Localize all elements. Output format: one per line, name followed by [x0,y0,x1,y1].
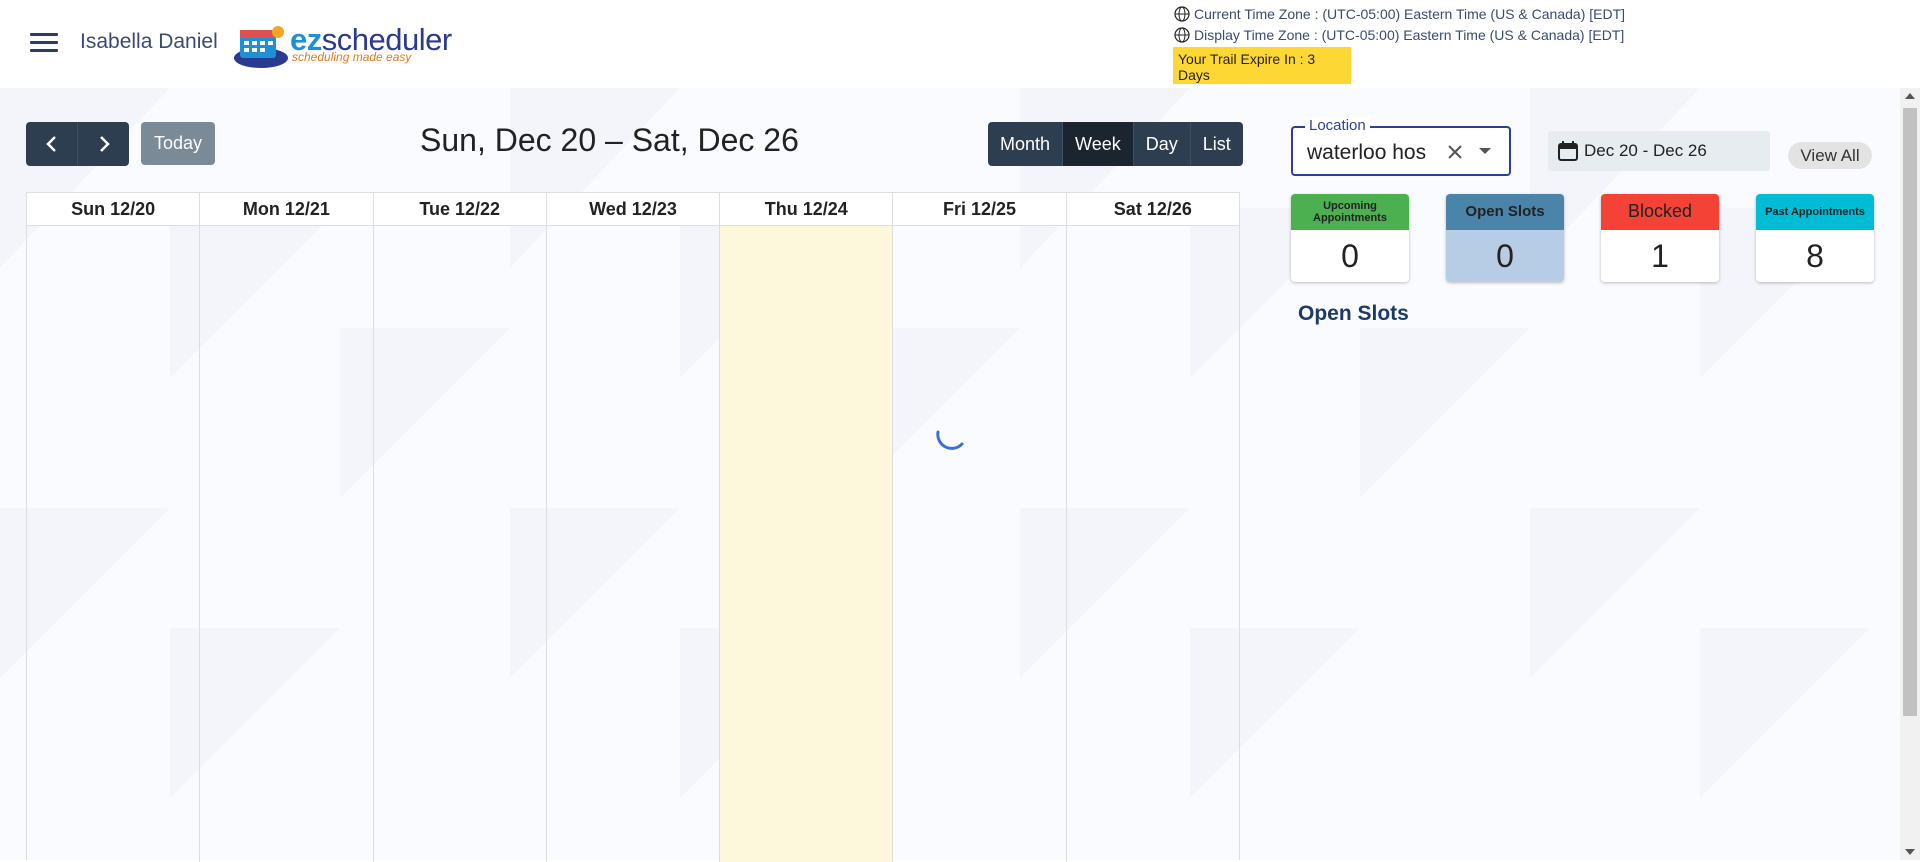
open-slots-card[interactable]: Open Slots 0 [1446,194,1564,282]
scroll-down-icon[interactable] [1905,849,1915,855]
day-column[interactable] [547,226,721,862]
user-name: Isabella Daniel [80,30,218,53]
past-appointments-label: Past Appointments [1756,194,1874,230]
day-header: Sat 12/26 [1113,199,1192,219]
past-appointments-count: 8 [1806,237,1824,274]
location-select[interactable]: Location [1291,117,1511,176]
view-switcher: Month Week Day List [988,122,1243,166]
logo-tagline: scheduling made easy [292,50,412,64]
globe-icon [1174,6,1190,22]
day-column[interactable] [1067,226,1239,862]
prev-next-group [26,122,129,166]
day-column[interactable] [27,226,201,862]
open-slots-label: Open Slots [1446,194,1564,230]
calendar-icon [1558,141,1578,161]
blocked-count: 1 [1651,237,1669,274]
scroll-up-icon[interactable] [1905,93,1915,99]
date-range-picker[interactable]: Dec 20 - Dec 26 [1548,131,1770,171]
day-header: Fri 12/25 [893,193,1067,225]
date-range-text: Dec 20 - Dec 26 [1584,141,1707,160]
menu-icon[interactable] [30,33,58,53]
next-week-button[interactable] [78,122,129,166]
scrollbar-thumb[interactable] [1903,108,1917,716]
day-header: Sun 12/20 [27,193,201,225]
loading-spinner-icon [936,430,964,450]
day-column[interactable] [374,226,547,862]
date-range-title: Sun, Dec 20 – Sat, Dec 26 [420,122,799,158]
upcoming-appointments-card[interactable]: Upcoming Appointments 0 [1291,194,1409,282]
day-header: Mon 12/21 [200,193,374,225]
list-view-button[interactable]: List [1190,122,1243,166]
page-scrollbar[interactable] [1900,88,1920,860]
clear-icon[interactable] [1445,142,1465,162]
day-header: Thu 12/24 [720,193,894,225]
dropdown-arrow-icon[interactable] [1479,148,1491,154]
globe-icon [1174,27,1190,43]
chevron-left-icon [45,136,56,152]
blocked-card[interactable]: Blocked 1 [1601,194,1719,282]
open-slots-section-title: Open Slots [1298,302,1409,325]
calendar-logo-icon [234,26,288,68]
trial-expiry-notice: Your Trail Expire In : 3 Days [1173,47,1351,84]
chevron-right-icon [99,136,110,152]
day-header: Wed 12/23 [547,193,721,225]
upcoming-appointments-label: Upcoming Appointments [1291,194,1409,230]
location-input[interactable] [1305,140,1429,166]
day-header: Tue 12/22 [374,193,547,225]
current-timezone: Current Time Zone : (UTC-05:00) Eastern … [1174,6,1625,22]
week-view-button[interactable]: Week [1063,122,1134,166]
prev-week-button[interactable] [26,122,78,166]
calendar-header-row: Sun 12/20 Mon 12/21 Tue 12/22 Wed 12/23 … [27,193,1239,226]
day-column[interactable] [200,226,374,862]
display-timezone-text: Display Time Zone : (UTC-05:00) Eastern … [1194,27,1625,43]
today-button[interactable]: Today [141,122,215,165]
upcoming-appointments-count: 0 [1341,237,1359,274]
week-calendar: Sun 12/20 Mon 12/21 Tue 12/22 Wed 12/23 … [26,192,1240,862]
view-all-button[interactable]: View All [1788,142,1872,169]
location-label: Location [1305,117,1370,134]
past-appointments-card[interactable]: Past Appointments 8 [1756,194,1874,282]
ezscheduler-logo[interactable]: ezscheduler scheduling made easy [232,18,452,70]
day-column[interactable] [893,226,1067,862]
blocked-label: Blocked [1601,194,1719,230]
current-timezone-text: Current Time Zone : (UTC-05:00) Eastern … [1194,6,1626,22]
month-view-button[interactable]: Month [988,122,1064,166]
display-timezone: Display Time Zone : (UTC-05:00) Eastern … [1174,27,1624,43]
calendar-body [27,226,1239,862]
day-column-today[interactable] [720,226,894,862]
open-slots-count: 0 [1446,230,1564,282]
day-view-button[interactable]: Day [1133,122,1191,166]
